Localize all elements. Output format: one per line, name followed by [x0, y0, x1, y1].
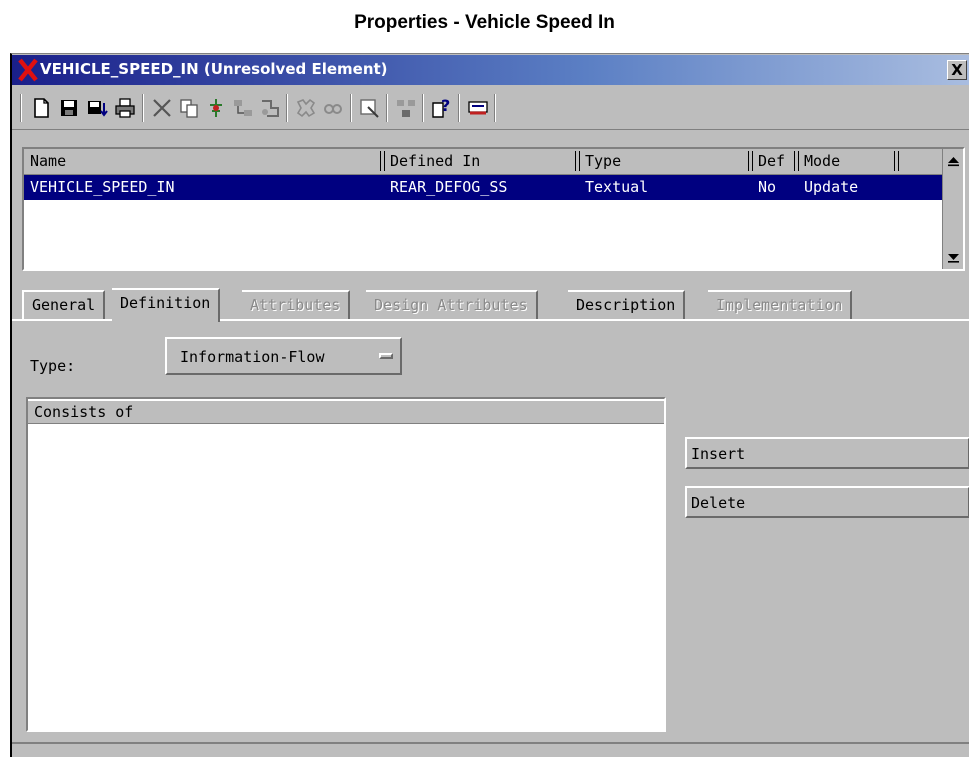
- type-dropdown-value: Information-Flow: [180, 348, 325, 366]
- row-mode: Update: [804, 178, 859, 196]
- column-def[interactable]: Def: [758, 152, 785, 170]
- column-type[interactable]: Type: [585, 152, 621, 170]
- column-defined-in[interactable]: Defined In: [390, 152, 480, 170]
- toolbar-separator: [350, 94, 352, 122]
- type-dropdown[interactable]: Information-Flow: [165, 337, 402, 375]
- tab-description[interactable]: Description: [568, 290, 686, 320]
- title-bar[interactable]: VEHICLE_SPEED_IN (Unresolved Element) X: [12, 55, 969, 85]
- option-menu-icon: [379, 353, 393, 359]
- toolbar-separator: [386, 94, 388, 122]
- row-defined-in: REAR_DEFOG_SS: [390, 178, 508, 196]
- close-button[interactable]: X: [947, 60, 967, 80]
- table-row[interactable]: VEHICLE_SPEED_IN REAR_DEFOG_SS Textual N…: [24, 175, 942, 200]
- scroll-up-icon[interactable]: [945, 151, 962, 171]
- tab-general[interactable]: General: [22, 290, 106, 320]
- toolbar-separator: [20, 94, 22, 122]
- window-title: VEHICLE_SPEED_IN (Unresolved Element): [40, 60, 388, 78]
- print-icon[interactable]: [112, 94, 138, 122]
- status-line: [12, 742, 969, 744]
- consists-of-list[interactable]: Consists of: [26, 397, 666, 732]
- tab-attributes: Attributes: [242, 290, 351, 320]
- element-list[interactable]: Name Defined In Type Def Mode VEHICLE_SP…: [22, 147, 965, 271]
- list-header: Name Defined In Type Def Mode: [24, 149, 942, 175]
- relations-icon[interactable]: [393, 94, 419, 122]
- dialog-caption: Properties - Vehicle Speed In: [354, 12, 615, 33]
- column-mode[interactable]: Mode: [804, 152, 840, 170]
- column-divider[interactable]: [575, 151, 580, 171]
- tab-design-attributes: Design Attributes: [366, 290, 538, 320]
- copy-icon[interactable]: [176, 94, 202, 122]
- list-scrollbar[interactable]: [942, 149, 963, 269]
- row-type: Textual: [585, 178, 649, 196]
- diagram-icon[interactable]: [230, 94, 256, 122]
- toolbar-separator: [422, 94, 424, 122]
- row-def: No: [758, 178, 777, 196]
- app-x-icon: [18, 58, 38, 82]
- column-divider[interactable]: [794, 151, 799, 171]
- svg-text:?: ?: [441, 97, 450, 115]
- compare-icon[interactable]: [357, 94, 383, 122]
- scroll-down-icon[interactable]: [945, 247, 962, 267]
- consists-of-body[interactable]: [28, 424, 664, 730]
- type-label: Type:: [30, 357, 76, 375]
- help-icon[interactable]: ?: [429, 94, 455, 122]
- toolbar-separator: [458, 94, 460, 122]
- save-icon[interactable]: [56, 94, 82, 122]
- consists-of-header: Consists of: [28, 399, 664, 424]
- save-down-icon[interactable]: [84, 94, 110, 122]
- browse-icon[interactable]: [320, 94, 346, 122]
- tab-definition[interactable]: Definition: [112, 288, 221, 322]
- row-name: VEHICLE_SPEED_IN: [30, 178, 175, 196]
- tab-implementation: Implementation: [708, 290, 853, 320]
- locate-icon[interactable]: [257, 94, 283, 122]
- insert-button[interactable]: Insert: [685, 437, 969, 469]
- properties-window: VEHICLE_SPEED_IN (Unresolved Element) X: [10, 53, 969, 757]
- cut-icon[interactable]: [149, 94, 175, 122]
- properties-icon[interactable]: [465, 94, 491, 122]
- new-icon[interactable]: [28, 94, 54, 122]
- column-name[interactable]: Name: [30, 152, 66, 170]
- toolbar: ?: [12, 86, 969, 130]
- toolbar-separator: [142, 94, 144, 122]
- column-divider[interactable]: [380, 151, 385, 171]
- toolbar-separator: [494, 94, 496, 122]
- find-icon[interactable]: [293, 94, 319, 122]
- column-divider[interactable]: [894, 151, 899, 171]
- delete-button[interactable]: Delete: [685, 486, 969, 518]
- column-divider[interactable]: [748, 151, 753, 171]
- toolbar-separator: [286, 94, 288, 122]
- paste-icon[interactable]: [203, 94, 229, 122]
